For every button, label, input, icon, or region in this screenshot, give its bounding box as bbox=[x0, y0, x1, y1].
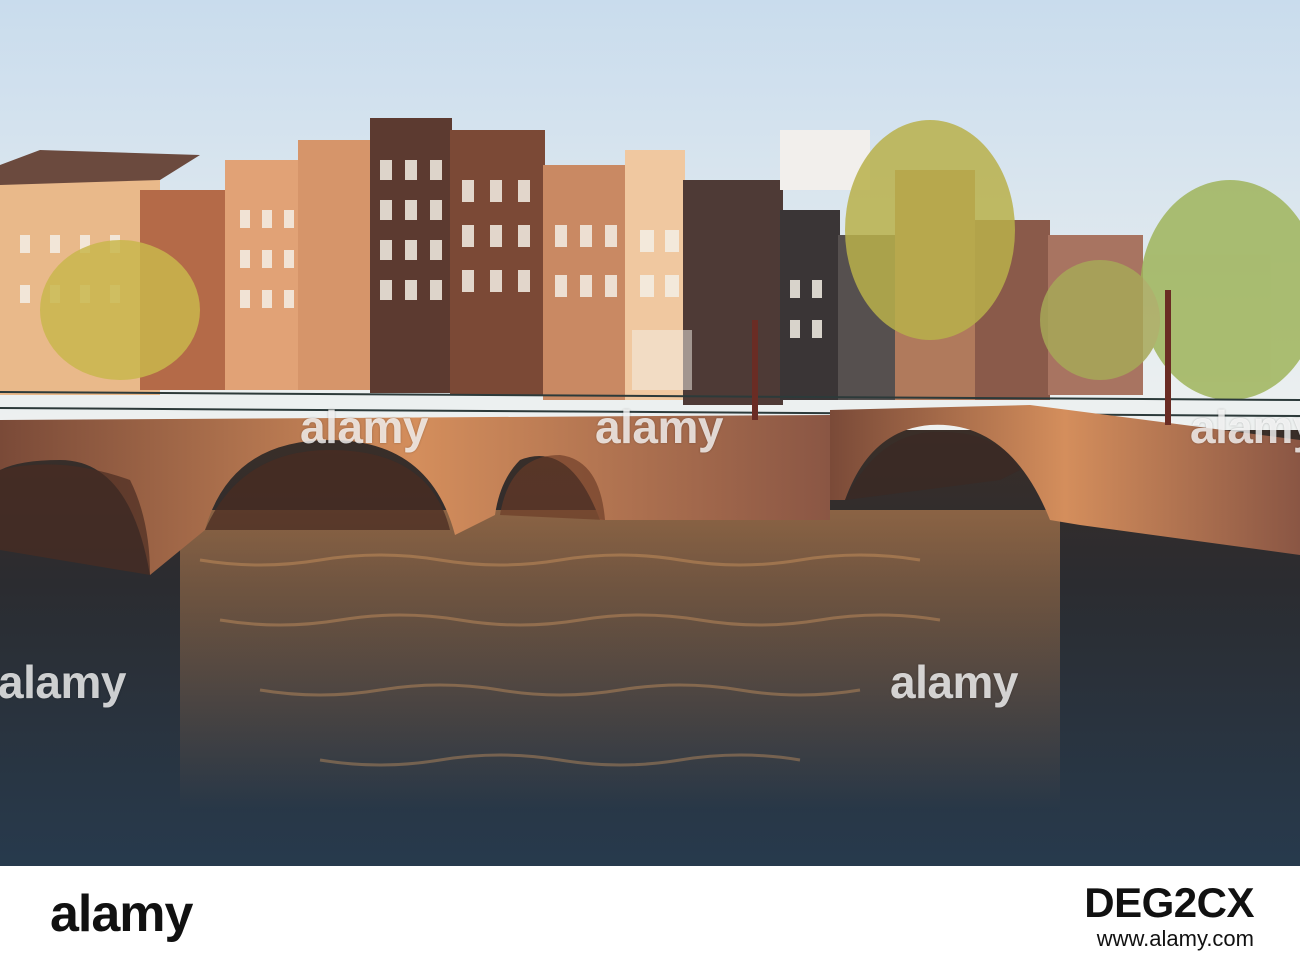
watermark-text: alamy bbox=[595, 401, 723, 453]
watermark-text: alamy bbox=[1190, 401, 1300, 453]
watermark-text: alamy bbox=[890, 656, 1018, 708]
alamy-logo: alamy bbox=[50, 885, 193, 943]
footer-meta: DEG2CX www.alamy.com bbox=[1084, 880, 1254, 952]
canal-photo: alamy alamy alamy alamy alamy bbox=[0, 0, 1300, 866]
watermark-text: alamy bbox=[300, 401, 428, 453]
image-id: DEG2CX bbox=[1084, 879, 1254, 926]
watermark-text: alamy bbox=[0, 656, 126, 708]
site-url: www.alamy.com bbox=[1096, 926, 1254, 951]
footer-bar: alamy DEG2CX www.alamy.com bbox=[0, 866, 1300, 956]
